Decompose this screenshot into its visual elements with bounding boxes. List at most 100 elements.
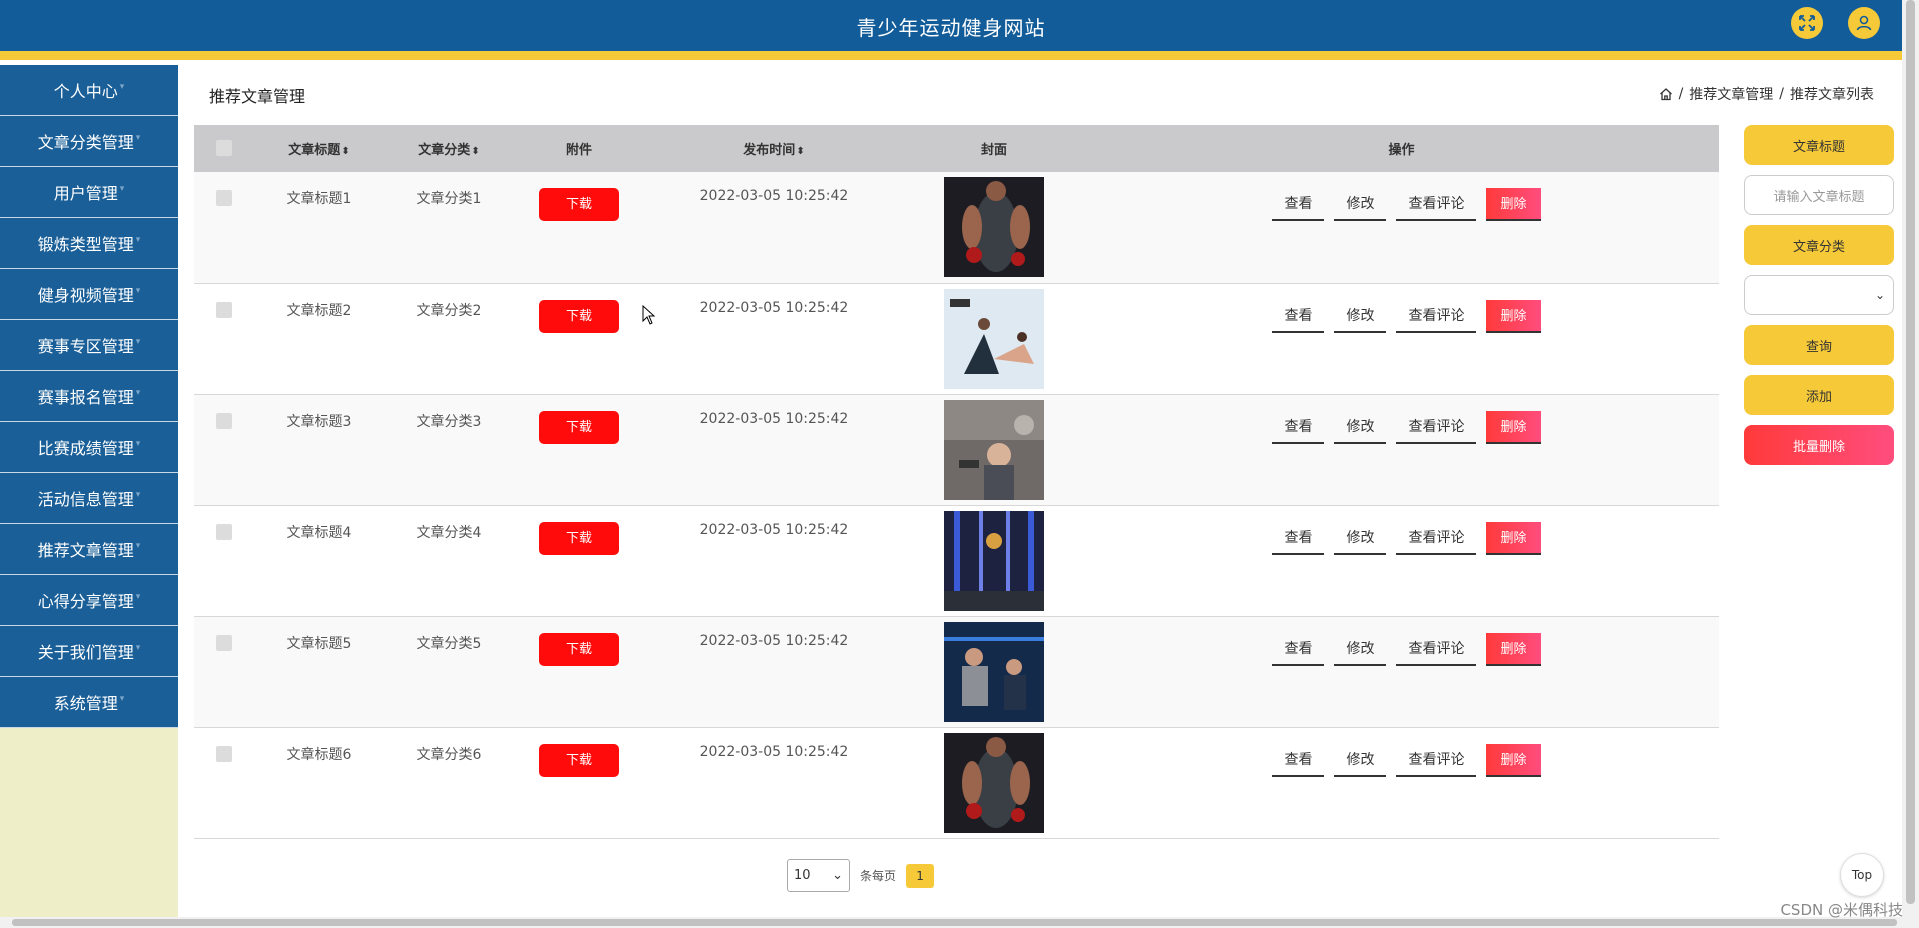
header-category[interactable]: 文章分类⬍ [384, 125, 514, 172]
cover-image[interactable] [944, 510, 1044, 611]
query-button[interactable]: 查询 [1744, 325, 1894, 365]
edit-button[interactable]: 修改 [1334, 188, 1387, 221]
chevron-down-icon: ▾ [135, 286, 141, 296]
edit-button[interactable]: 修改 [1334, 522, 1387, 555]
article-table: 文章标题⬍ 文章分类⬍ 附件 发布时间⬍ 封面 操作 文章标题1 文章分类1 下载 2… [194, 125, 1719, 839]
edit-button[interactable]: 修改 [1334, 633, 1387, 666]
delete-button[interactable]: 删除 [1486, 410, 1541, 444]
cell-cover [904, 283, 1084, 394]
row-select-cell[interactable] [194, 394, 254, 505]
cover-image[interactable] [944, 732, 1044, 833]
view-comments-button[interactable]: 查看评论 [1396, 633, 1477, 666]
row-checkbox[interactable] [216, 745, 232, 762]
header-title[interactable]: 文章标题⬍ [254, 125, 384, 172]
sidebar: 个人中心 ▾ 文章分类管理 ▾ 用户管理 ▾ 锻炼类型管理 ▾ 健身视频管理 ▾ 赛事专区… [0, 65, 178, 917]
header-publish-time[interactable]: 发布时间⬍ [644, 125, 904, 172]
row-select-cell[interactable] [194, 727, 254, 838]
sidebar-item-label: 健身视频管理 [37, 286, 134, 305]
row-select-cell[interactable] [194, 616, 254, 727]
cell-category: 文章分类2 [416, 302, 482, 319]
sidebar-item-experience-sharing[interactable]: 心得分享管理 ▾ [0, 575, 178, 626]
download-button[interactable]: 下载 [539, 410, 619, 444]
sidebar-item-users[interactable]: 用户管理 ▾ [0, 167, 178, 218]
edit-button[interactable]: 修改 [1334, 300, 1387, 333]
sidebar-item-fitness-video[interactable]: 健身视频管理 ▾ [0, 269, 178, 320]
sort-icon[interactable]: ⬍ [341, 146, 349, 157]
view-button[interactable]: 查看 [1272, 633, 1325, 666]
view-button[interactable]: 查看 [1272, 744, 1325, 777]
sidebar-item-activities[interactable]: 活动信息管理 ▾ [0, 473, 178, 524]
view-comments-button[interactable]: 查看评论 [1396, 522, 1477, 555]
sidebar-item-exercise-type[interactable]: 锻炼类型管理 ▾ [0, 218, 178, 269]
edit-button[interactable]: 修改 [1334, 744, 1387, 777]
horizontal-scrollbar[interactable] [0, 917, 1919, 928]
cell-publish-time: 2022-03-05 10:25:42 [699, 410, 849, 427]
view-comments-button[interactable]: 查看评论 [1396, 188, 1477, 221]
delete-button[interactable]: 删除 [1486, 521, 1541, 555]
category-select[interactable]: ⌄ [1744, 275, 1894, 315]
row-checkbox[interactable] [216, 301, 232, 318]
user-icon [1856, 15, 1872, 31]
cell-cover [904, 172, 1084, 283]
download-button[interactable]: 下载 [539, 188, 619, 221]
cover-image[interactable] [944, 177, 1044, 277]
download-button[interactable]: 下载 [539, 521, 619, 555]
view-comments-button[interactable]: 查看评论 [1396, 411, 1477, 444]
cell-cover [904, 616, 1084, 727]
delete-button[interactable]: 删除 [1486, 743, 1541, 777]
batch-delete-button[interactable]: 批量删除 [1744, 425, 1894, 465]
page-size-select[interactable]: 10 ⌄ [787, 859, 850, 892]
header-accent-bar [0, 51, 1902, 60]
sidebar-item-system[interactable]: 系统管理 ▾ [0, 677, 178, 728]
sidebar-item-article-category[interactable]: 文章分类管理 ▾ [0, 116, 178, 167]
download-button[interactable]: 下载 [539, 743, 619, 777]
chevron-down-icon: ▾ [119, 694, 125, 704]
cover-image[interactable] [944, 399, 1044, 500]
view-button[interactable]: 查看 [1272, 411, 1325, 444]
user-button[interactable] [1848, 7, 1880, 39]
header-select-all[interactable] [194, 125, 254, 172]
row-select-cell[interactable] [194, 505, 254, 616]
scrollbar-thumb[interactable] [12, 919, 1897, 926]
row-checkbox[interactable] [216, 523, 232, 540]
row-select-cell[interactable] [194, 283, 254, 394]
scrollbar-thumb[interactable] [1906, 0, 1915, 904]
view-button[interactable]: 查看 [1272, 188, 1325, 221]
edit-button[interactable]: 修改 [1334, 411, 1387, 444]
page-number-current[interactable]: 1 [906, 863, 935, 888]
view-button[interactable]: 查看 [1272, 522, 1325, 555]
fullscreen-button[interactable] [1791, 7, 1823, 39]
delete-button[interactable]: 删除 [1486, 188, 1541, 221]
sort-icon[interactable]: ⬍ [471, 146, 479, 157]
delete-button[interactable]: 删除 [1486, 299, 1541, 333]
sidebar-item-recommended-articles[interactable]: 推荐文章管理 ▾ [0, 524, 178, 575]
cell-publish-time: 2022-03-05 10:25:42 [699, 299, 849, 316]
vertical-scrollbar[interactable] [1902, 0, 1919, 917]
header-cover: 封面 [980, 143, 1007, 158]
sidebar-item-results[interactable]: 比赛成绩管理 ▾ [0, 422, 178, 473]
sidebar-item-event-signup[interactable]: 赛事报名管理 ▾ [0, 371, 178, 422]
row-checkbox[interactable] [216, 190, 232, 206]
sidebar-item-events[interactable]: 赛事专区管理 ▾ [0, 320, 178, 371]
view-comments-button[interactable]: 查看评论 [1396, 300, 1477, 333]
select-all-checkbox[interactable] [216, 139, 232, 156]
sidebar-item-personal-center[interactable]: 个人中心 ▾ [0, 65, 178, 116]
view-comments-button[interactable]: 查看评论 [1396, 744, 1477, 777]
breadcrumb-item[interactable]: 推荐文章管理 [1689, 84, 1773, 104]
row-checkbox[interactable] [216, 634, 232, 651]
delete-button[interactable]: 删除 [1486, 632, 1541, 666]
cell-title: 文章标题5 [286, 635, 352, 652]
back-to-top-button[interactable]: Top [1840, 853, 1884, 897]
cover-image[interactable] [944, 288, 1044, 389]
download-button[interactable]: 下载 [539, 299, 619, 333]
add-button[interactable]: 添加 [1744, 375, 1894, 415]
row-checkbox[interactable] [216, 412, 232, 429]
title-search-input[interactable]: 请输入文章标题 [1744, 175, 1894, 215]
download-button[interactable]: 下载 [539, 632, 619, 666]
cover-image[interactable] [944, 621, 1044, 722]
sidebar-item-about-us[interactable]: 关于我们管理 ▾ [0, 626, 178, 677]
home-icon[interactable] [1659, 87, 1673, 101]
row-select-cell[interactable] [194, 172, 254, 283]
sort-icon[interactable]: ⬍ [796, 146, 804, 157]
view-button[interactable]: 查看 [1272, 300, 1325, 333]
